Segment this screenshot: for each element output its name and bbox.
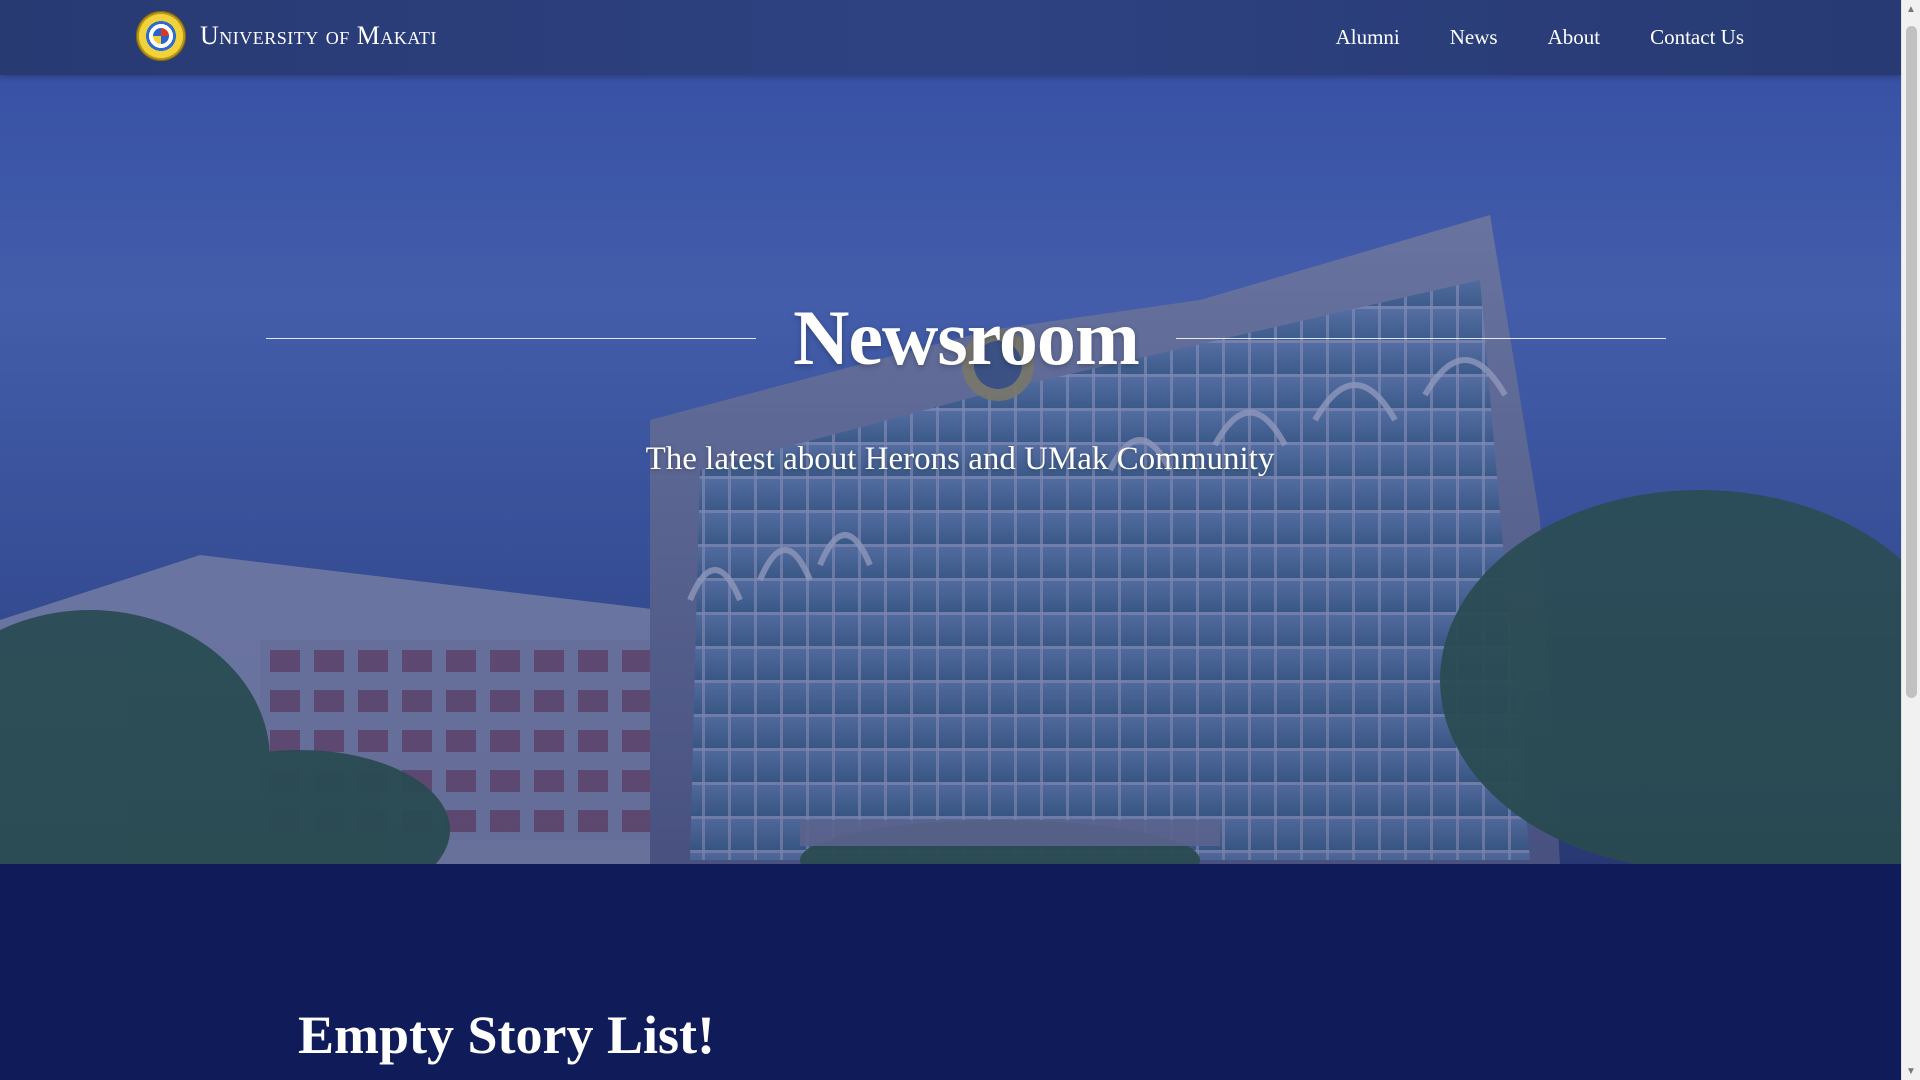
- nav-link-alumni[interactable]: Alumni: [1336, 25, 1400, 50]
- scroll-up-arrow-icon[interactable]: ▲: [1902, 0, 1920, 18]
- title-rule-left: [266, 337, 756, 339]
- nav-links: Alumni News About Contact Us: [1336, 0, 1744, 75]
- scrollbar-thumb[interactable]: [1906, 26, 1917, 698]
- vertical-scrollbar[interactable]: ▲ ▼: [1901, 0, 1920, 1080]
- hero-section: Newsroom The latest about Herons and UMa…: [0, 0, 1901, 864]
- top-navbar: University of Makati Alumni News About C…: [0, 0, 1901, 75]
- empty-story-list-message: Empty Story List!: [298, 1005, 715, 1065]
- page-title: Newsroom: [793, 294, 1140, 381]
- nav-link-contact-us[interactable]: Contact Us: [1650, 25, 1744, 50]
- nav-link-about[interactable]: About: [1548, 25, 1601, 50]
- page-subtitle: The latest about Herons and UMak Communi…: [645, 441, 1275, 477]
- page: Newsroom The latest about Herons and UMa…: [0, 0, 1901, 1080]
- nav-link-news[interactable]: News: [1450, 25, 1498, 50]
- university-seal-icon: [136, 11, 186, 61]
- scroll-down-arrow-icon[interactable]: ▼: [1902, 1062, 1920, 1080]
- hero-overlay: [0, 0, 1901, 864]
- brand-link[interactable]: University of Makati: [136, 10, 437, 62]
- hero-title-row: Newsroom: [266, 293, 1666, 383]
- brand-name: University of Makati: [200, 21, 437, 50]
- story-list-section: Empty Story List!: [0, 864, 1901, 1080]
- title-rule-right: [1175, 337, 1666, 339]
